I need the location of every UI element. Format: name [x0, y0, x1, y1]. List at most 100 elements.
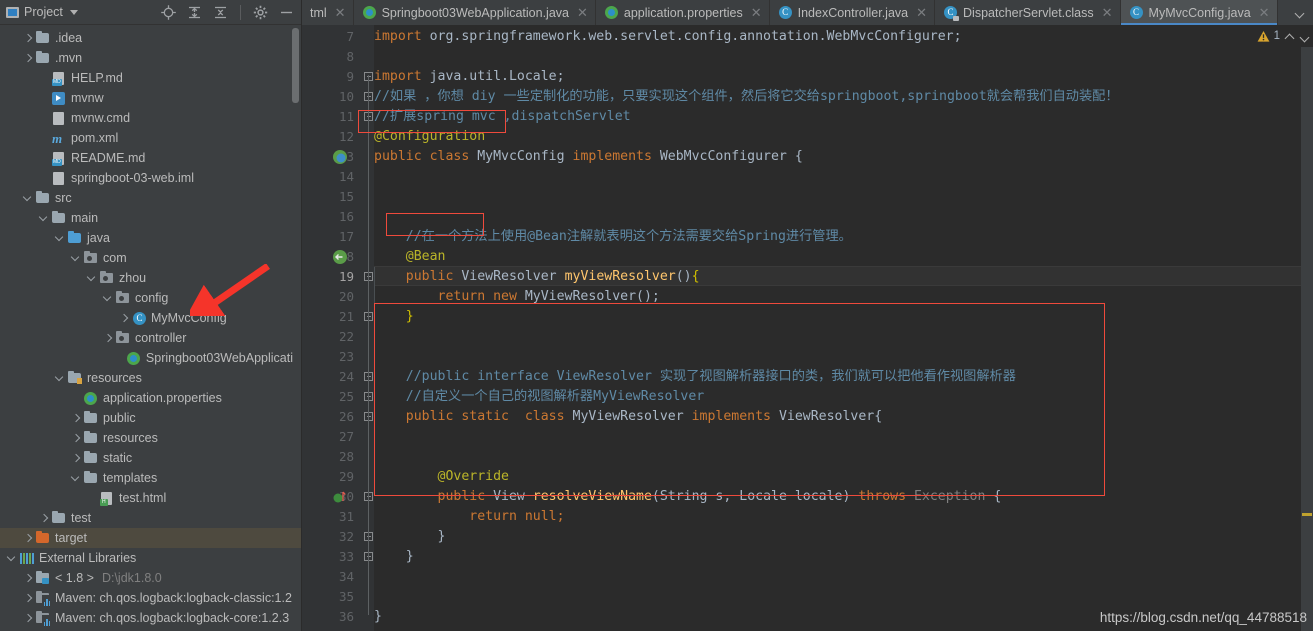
tree-node-test[interactable]: test	[0, 508, 301, 528]
chevron-down-icon[interactable]	[70, 252, 83, 265]
close-icon[interactable]: ✕	[1259, 5, 1270, 21]
code-folding-strip[interactable]	[362, 25, 374, 631]
chevron-right-icon[interactable]	[70, 412, 83, 425]
tree-node-mymvcconfig[interactable]: C MyMvcConfig	[0, 308, 301, 328]
close-icon[interactable]: ✕	[751, 5, 762, 21]
tab-overflow-button[interactable]	[1287, 0, 1313, 25]
tree-node-main[interactable]: main	[0, 208, 301, 228]
tree-node-mvn[interactable]: .mvn	[0, 48, 301, 68]
spring-bean-icon[interactable]	[332, 149, 348, 165]
collapse-all-icon[interactable]	[212, 4, 229, 21]
chevron-right-icon[interactable]	[70, 452, 83, 465]
chevron-down-icon[interactable]	[86, 272, 99, 285]
close-icon[interactable]: ✕	[577, 5, 588, 21]
fold-guide-line	[368, 75, 369, 615]
chevron-right-icon[interactable]	[38, 512, 51, 525]
editor-tab-indexcontroller-java[interactable]: C IndexController.java ✕	[770, 0, 936, 25]
tree-node-pom-xml[interactable]: m pom.xml	[0, 128, 301, 148]
chevron-down-icon[interactable]	[54, 232, 67, 245]
chevron-right-icon[interactable]	[22, 532, 35, 545]
line-number: 23	[338, 349, 354, 364]
tree-node-test-html[interactable]: test.html	[0, 488, 301, 508]
chevron-right-icon[interactable]	[118, 312, 131, 325]
chevron-down-icon[interactable]	[102, 292, 115, 305]
tree-node-templates[interactable]: templates	[0, 468, 301, 488]
tree-node-readme-md[interactable]: README.md	[0, 148, 301, 168]
editor-tab-springboot03webapplication-java[interactable]: Springboot03WebApplication.java ✕	[354, 0, 596, 25]
close-icon[interactable]: ✕	[916, 5, 927, 21]
code-token: class	[516, 409, 573, 424]
tree-node-java[interactable]: java	[0, 228, 301, 248]
tree-node-com[interactable]: com	[0, 248, 301, 268]
code-token: import	[374, 69, 430, 84]
tree-node-src[interactable]: src	[0, 188, 301, 208]
tree-node-resources[interactable]: resources	[0, 368, 301, 388]
override-method-icon[interactable]	[332, 489, 348, 505]
project-tree[interactable]: .idea .mvn HELP.md mvnw mvnw.cmd m pom.xml READ…	[0, 25, 301, 631]
close-icon[interactable]: ✕	[1102, 5, 1113, 21]
chevron-down-icon[interactable]	[22, 192, 35, 205]
warning-marker[interactable]	[1302, 513, 1312, 516]
tree-node-zhou[interactable]: zhou	[0, 268, 301, 288]
tree-node-springboot03webapplicati[interactable]: Springboot03WebApplicati	[0, 348, 301, 368]
project-tree-scrollbar[interactable]	[292, 28, 299, 103]
code-editor[interactable]: 7891011121314151617181920212223242526272…	[302, 25, 1313, 631]
editor-tab-dispatcherservlet-class[interactable]: C DispatcherServlet.class ✕	[935, 0, 1121, 25]
tree-node-resources[interactable]: resources	[0, 428, 301, 448]
tree-node-help-md[interactable]: HELP.md	[0, 68, 301, 88]
chevron-right-icon[interactable]	[22, 572, 35, 585]
tree-node-public[interactable]: public	[0, 408, 301, 428]
chevron-right-icon[interactable]	[22, 592, 35, 605]
chevron-right-icon[interactable]	[22, 612, 35, 625]
tree-node-mvnw-cmd[interactable]: mvnw.cmd	[0, 108, 301, 128]
chevron-right-icon[interactable]	[102, 332, 115, 345]
next-problem-icon[interactable]	[1299, 31, 1310, 42]
previous-problem-icon[interactable]	[1284, 31, 1295, 42]
tree-node-maven-ch-qos-logback-logback-core-1-2-3[interactable]: Maven: ch.qos.logback:logback-core:1.2.3	[0, 608, 301, 628]
editor-marker-bar[interactable]	[1301, 25, 1313, 631]
editor-tab-tml[interactable]: tml ✕	[302, 0, 354, 25]
code-line: //在一个方法上使用@Bean注解就表明这个方法需要交给Spring进行管理。	[374, 227, 852, 247]
tree-node-mvnw[interactable]: mvnw	[0, 88, 301, 108]
tree-node-static[interactable]: static	[0, 448, 301, 468]
chevron-down-icon[interactable]	[69, 9, 78, 15]
close-icon[interactable]: ✕	[335, 5, 346, 21]
chevron-down-icon[interactable]	[6, 552, 19, 565]
chevron-down-icon[interactable]	[38, 212, 51, 225]
tree-node-idea[interactable]: .idea	[0, 28, 301, 48]
tree-node-controller[interactable]: controller	[0, 328, 301, 348]
code-token: return	[374, 289, 494, 304]
chevron-down-icon[interactable]	[54, 372, 67, 385]
line-number: 34	[338, 569, 354, 584]
expand-all-icon[interactable]	[186, 4, 203, 21]
tree-node-springboot-03-web-iml[interactable]: springboot-03-web.iml	[0, 168, 301, 188]
tab-label: IndexController.java	[797, 5, 909, 20]
markdown-file-icon	[51, 150, 67, 166]
chevron-down-icon[interactable]	[70, 472, 83, 485]
line-number: 27	[338, 429, 354, 444]
code-text-area[interactable]: import org.springframework.web.servlet.c…	[374, 25, 1313, 631]
code-token: }	[405, 309, 414, 324]
project-title-button[interactable]: Project	[6, 5, 78, 19]
chevron-right-icon[interactable]	[70, 432, 83, 445]
tree-node-config[interactable]: config	[0, 288, 301, 308]
tree-node-external-libraries[interactable]: External Libraries	[0, 548, 301, 568]
tree-node-maven-ch-qos-logback-logback-classic-1-2[interactable]: Maven: ch.qos.logback:logback-classic:1.…	[0, 588, 301, 608]
minimize-icon[interactable]	[278, 4, 295, 21]
tree-node-target[interactable]: target	[0, 528, 301, 548]
code-token: (	[651, 489, 660, 504]
code-line: return null;	[374, 507, 564, 527]
code-token: }	[374, 609, 382, 624]
bean-override-icon[interactable]	[332, 249, 348, 265]
folder-icon	[35, 50, 51, 66]
chevron-right-icon[interactable]	[22, 52, 35, 65]
locate-icon[interactable]	[160, 4, 177, 21]
editor-tab-mymvcconfig-java[interactable]: C MyMvcConfig.java ✕	[1120, 0, 1278, 25]
chevron-right-icon[interactable]	[22, 32, 35, 45]
editor-tab-application-properties[interactable]: application.properties ✕	[596, 0, 770, 25]
editor-gutter[interactable]: 7891011121314151617181920212223242526272…	[302, 25, 362, 631]
gear-icon[interactable]	[252, 4, 269, 21]
tree-node-1-8[interactable]: < 1.8 > D:\jdk1.8.0	[0, 568, 301, 588]
tree-node-application-properties[interactable]: application.properties	[0, 388, 301, 408]
